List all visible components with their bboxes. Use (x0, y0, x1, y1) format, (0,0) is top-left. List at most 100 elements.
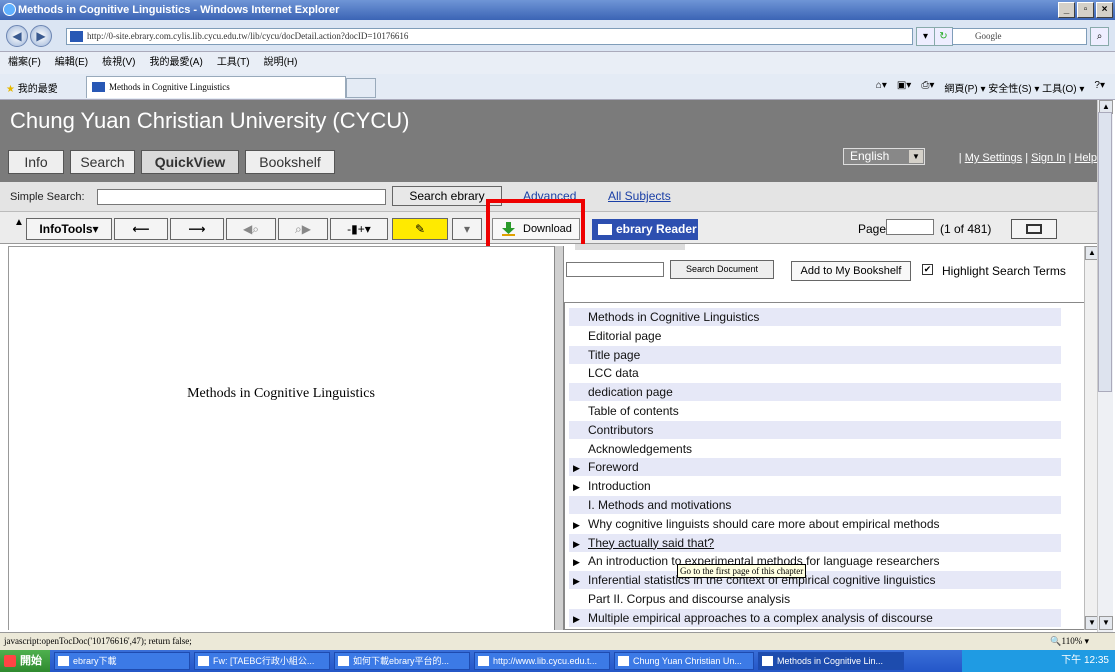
next-page-button[interactable]: ⟶ (170, 218, 224, 240)
task-email[interactable]: Fw: [TAEBC行政小組公... (194, 652, 330, 670)
web-search-input[interactable]: Google (952, 28, 1087, 45)
browser-tab[interactable]: Methods in Cognitive Linguistics (86, 76, 346, 98)
panel-scrollbar[interactable]: ▲ ▼ (1084, 246, 1099, 630)
clock[interactable]: 下午 12:35 (1061, 655, 1109, 666)
minimize-button[interactable]: _ (1058, 2, 1075, 18)
toc-item-label: Title page (588, 347, 641, 362)
home-icon[interactable]: ⌂▾ (876, 80, 887, 95)
task-cycu[interactable]: Chung Yuan Christian Un... (614, 652, 754, 670)
toc-item[interactable]: ▶ Introduction (569, 477, 1061, 495)
fit-page-button[interactable] (1011, 219, 1057, 239)
pane-splitter[interactable] (554, 246, 564, 630)
help-icon[interactable]: ?▾ (1094, 80, 1105, 95)
panel-tab-strip (575, 244, 685, 250)
expand-arrow-icon[interactable]: ▶ (573, 478, 580, 496)
refresh-button[interactable]: ↻ (934, 27, 953, 46)
highlighter-icon: ✎ (414, 222, 426, 236)
help-link[interactable]: Help (1074, 152, 1097, 164)
previous-page-button[interactable]: ⟵ (114, 218, 168, 240)
toc-item[interactable]: Table of contents (569, 402, 1061, 420)
toc-item[interactable]: ▶ Multiple empirical approaches to a comp… (569, 608, 1061, 628)
highlight-button[interactable]: ✎ (392, 218, 448, 240)
collapse-up-icon[interactable]: ▲ (14, 217, 24, 228)
simple-search-input[interactable] (97, 189, 386, 205)
toc-item-label: Acknowledgements (588, 441, 693, 456)
nav-bookshelf[interactable]: Bookshelf (245, 150, 335, 174)
add-to-bookshelf-button[interactable]: Add to My Bookshelf (791, 261, 911, 281)
menu-favorites[interactable]: 我的最愛(A) (149, 52, 202, 74)
zoom-level[interactable]: 🔍110% ▾ (1050, 633, 1089, 649)
scrollbar-thumb[interactable] (1098, 112, 1112, 392)
maximize-button[interactable]: ▫ (1077, 2, 1094, 18)
highlight-dropdown-button[interactable]: ▾ (452, 218, 482, 240)
toc-item[interactable]: Methods in Cognitive Linguistics (569, 308, 1061, 326)
command-bar-menus[interactable]: 網頁(P) ▾ 安全性(S) ▾ 工具(O) ▾ (944, 80, 1084, 95)
ebrary-reader-button[interactable]: ebrary Reader (592, 219, 698, 240)
toc-item[interactable]: dedication page (569, 383, 1061, 402)
language-select[interactable]: English ▼ (843, 148, 925, 165)
toc-item[interactable]: ▶ Inferential statistics in the context o… (569, 571, 1061, 590)
page-options-button[interactable]: -▮+▾ (330, 218, 388, 240)
task-methods[interactable]: Methods in Cognitive Lin... (758, 652, 904, 670)
expand-arrow-icon[interactable]: ▶ (573, 516, 580, 534)
tooltip: Go to the first page of this chapter (677, 564, 807, 578)
toc-item[interactable]: Part II. Corpus and discourse analysis (569, 590, 1061, 608)
task-lib-site[interactable]: http://www.lib.cycu.edu.t... (474, 652, 610, 670)
favorites-button[interactable]: ★ 我的最愛 (6, 80, 58, 95)
next-hit-button[interactable]: ⌕▶ (278, 218, 328, 240)
menu-view[interactable]: 檢視(V) (102, 52, 135, 74)
menu-help[interactable]: 說明(H) (264, 52, 298, 74)
toc-item[interactable]: ▶ They actually said that? (569, 533, 1061, 553)
arrow-left-icon: ⟵ (132, 222, 150, 236)
menu-tools[interactable]: 工具(T) (217, 52, 250, 74)
all-subjects-link[interactable]: All Subjects (608, 189, 671, 203)
toc-item[interactable]: Acknowledgements (569, 440, 1061, 458)
previous-hit-button[interactable]: ◀⌕ (226, 218, 276, 240)
back-button[interactable]: ◀ (6, 25, 28, 47)
start-button[interactable]: 開始 (0, 650, 50, 672)
infotools-button[interactable]: InfoTools▾ (26, 218, 112, 240)
ebrary-favicon-icon (92, 82, 105, 92)
toc-item[interactable]: ▶ Why cognitive linguists should care mor… (569, 515, 1061, 533)
url-input[interactable]: http://0-site.ebrary.com.cylis.lib.cycu.… (66, 28, 913, 45)
task-document[interactable]: 如何下載ebrary平台的... (334, 652, 470, 670)
status-bar: javascript:openTocDoc('10176616',47); re… (0, 632, 1115, 650)
document-view[interactable] (8, 246, 554, 630)
toc-item-label: Part II. Corpus and discourse analysis (588, 592, 791, 606)
expand-arrow-icon[interactable]: ▶ (573, 535, 580, 553)
nav-quickview[interactable]: QuickView (141, 150, 239, 174)
expand-arrow-icon[interactable]: ▶ (573, 572, 580, 590)
task-ebrary-folder[interactable]: ebrary下載 (54, 652, 190, 670)
zoom-icon: 🔍 (1050, 636, 1062, 646)
toc-item[interactable]: ▶ Foreword (569, 458, 1061, 477)
print-icon[interactable]: ⎙▾ (921, 80, 934, 95)
highlight-terms-checkbox[interactable]: ✔ (922, 264, 933, 275)
toc-item[interactable]: Editorial page (569, 327, 1061, 345)
page-number-input[interactable] (886, 219, 934, 235)
search-document-button[interactable]: Search Document (670, 260, 774, 279)
toc-item[interactable]: ▶ An introduction to experimental methods… (569, 552, 1061, 570)
nav-info[interactable]: Info (8, 150, 64, 174)
menu-edit[interactable]: 編輯(E) (55, 52, 88, 74)
close-button[interactable]: × (1096, 2, 1113, 18)
feeds-icon[interactable]: ▣▾ (897, 80, 911, 95)
search-go-icon[interactable]: ⌕ (1090, 27, 1109, 46)
my-settings-link[interactable]: My Settings (965, 152, 1022, 164)
url-dropdown-button[interactable]: ▾ (916, 27, 935, 46)
toc-item[interactable]: I. Methods and motivations (569, 496, 1061, 514)
forward-button[interactable]: ▶ (30, 25, 52, 47)
new-tab-button[interactable] (346, 78, 376, 98)
toc-item[interactable]: Contributors (569, 420, 1061, 439)
toc-item[interactable]: Title page (569, 345, 1061, 364)
scroll-down-icon[interactable]: ▼ (1099, 616, 1113, 630)
toc-item-label: Table of contents (588, 404, 679, 418)
window-title-bar: Methods in Cognitive Linguistics - Windo… (0, 0, 1115, 20)
expand-arrow-icon[interactable]: ▶ (573, 610, 580, 628)
toc-item[interactable]: LCC data (569, 364, 1061, 382)
menu-file[interactable]: 檔案(F) (8, 52, 41, 74)
expand-arrow-icon[interactable]: ▶ (573, 459, 580, 477)
expand-arrow-icon[interactable]: ▶ (573, 553, 580, 571)
sign-in-link[interactable]: Sign In (1031, 152, 1065, 164)
search-document-input[interactable] (566, 262, 664, 277)
nav-search[interactable]: Search (70, 150, 135, 174)
